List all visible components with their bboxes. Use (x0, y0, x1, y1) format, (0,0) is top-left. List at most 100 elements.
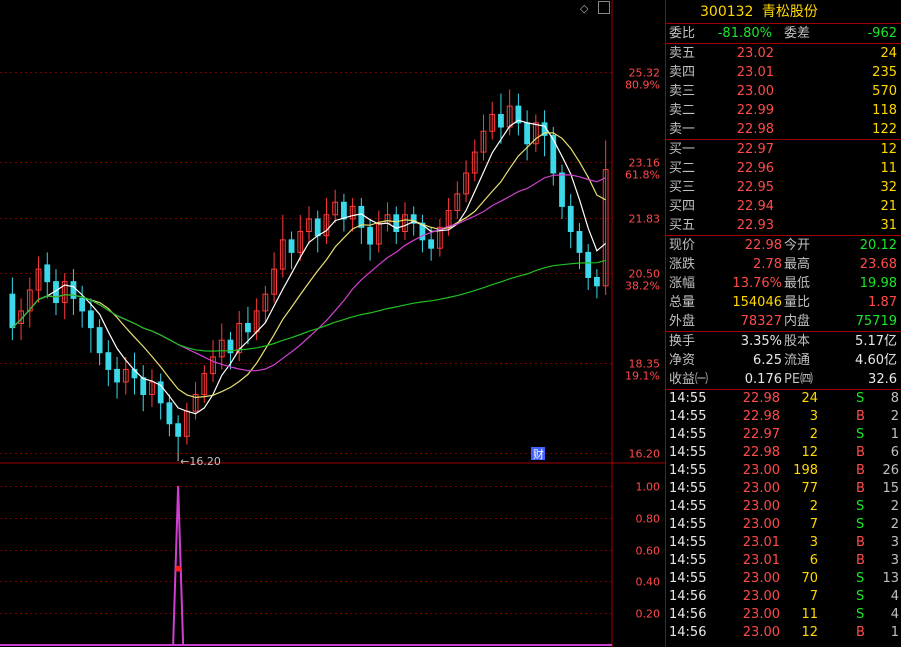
ma-line (11, 119, 606, 415)
stat-label-2: 量比 (784, 295, 811, 310)
book-level-label: 卖四 (669, 65, 696, 80)
candle-body (567, 205, 574, 233)
stat-value-2: 20.12 (859, 238, 897, 253)
book-volume: 118 (872, 103, 897, 118)
quote-stats: 现价 22.98 今开 20.12 涨跌 2.78 最高 23.68 涨幅 13.7… (666, 236, 901, 332)
stat-row: 总量 154046 量比 1.87 (666, 293, 901, 312)
trade-price: 22.98 (742, 445, 780, 460)
fundamental-label-2: 股本 (784, 334, 811, 349)
trade-row: 14:55 23.00 77 B 15 (666, 480, 901, 498)
trade-time: 14:55 (669, 535, 707, 550)
weibi-label: 委比 (669, 26, 696, 41)
trade-volume: 12 (801, 625, 818, 640)
fundamental-label-2: 流通 (784, 353, 811, 368)
book-volume: 24 (880, 46, 897, 61)
stat-value: 154046 (732, 295, 782, 310)
stock-header: 300132 青松股份 (666, 0, 901, 24)
fundamental-value-2: 32.6 (868, 372, 897, 387)
stat-value: 78327 (740, 314, 782, 329)
trade-price: 23.00 (742, 571, 780, 586)
diamond-icon[interactable]: ◇ (580, 2, 588, 15)
kline-chart[interactable]: 25.3280.9%23.1661.8%21.8320.5038.2%18.35… (0, 0, 665, 647)
trade-count: 26 (882, 463, 899, 478)
indicator-tick-label: 1.00 (636, 481, 661, 494)
book-price: 22.94 (736, 199, 774, 214)
price-tick-label: 16.20 (629, 448, 661, 461)
trade-side: S (856, 589, 865, 604)
trade-time: 14:55 (669, 571, 707, 586)
stat-row: 涨跌 2.78 最高 23.68 (666, 255, 901, 274)
book-level-label: 买四 (669, 199, 696, 214)
weibi-row: 委比 -81.80% 委差 -962 (666, 24, 901, 44)
indicator-spike (172, 485, 185, 646)
bid-row: 买一 22.97 12 (666, 140, 901, 159)
fundamental-stats: 换手 3.35% 股本 5.17亿 净资 6.25 流通 4.60亿 收益㈠ 0.1… (666, 332, 901, 390)
trade-count: 2 (890, 499, 899, 514)
ask-book: 卖五 23.02 24 卖四 23.01 235 卖三 23.00 570 卖二 22… (666, 44, 901, 140)
trade-side: B (856, 463, 865, 478)
candle-body (96, 327, 103, 354)
trade-count: 8 (890, 391, 899, 406)
window-restore-icon[interactable] (598, 1, 610, 14)
trade-row: 14:56 23.00 12 B 1 (666, 624, 901, 642)
candle-body (87, 310, 94, 329)
stat-label: 涨跌 (669, 257, 696, 272)
pct-tick-label: 38.2% (625, 280, 660, 293)
trade-count: 3 (890, 535, 899, 550)
book-volume: 11 (880, 161, 897, 176)
candle-body (166, 402, 173, 425)
stat-value: 2.78 (753, 257, 782, 272)
pct-tick-label: 80.9% (625, 79, 660, 92)
fundamental-value-2: 4.60亿 (855, 353, 897, 368)
trade-volume: 2 (809, 427, 818, 442)
ask-row: 卖四 23.01 235 (666, 63, 901, 82)
candle-body (9, 293, 16, 329)
trade-volume: 77 (801, 481, 818, 496)
trade-volume: 198 (793, 463, 818, 478)
stat-row: 外盘 78327 内盘 75719 (666, 312, 901, 331)
trade-volume: 24 (801, 391, 818, 406)
ma-line (11, 132, 606, 399)
book-level-label: 买三 (669, 180, 696, 195)
candle-body (340, 201, 347, 220)
candle-body (105, 352, 112, 370)
candle-body (585, 251, 592, 278)
fundamental-value: 3.35% (740, 334, 782, 349)
trade-time: 14:55 (669, 481, 707, 496)
tick-trades[interactable]: 14:55 22.98 24 S 8 14:55 22.98 3 B 2 14:55… (666, 390, 901, 642)
candle-body (114, 368, 120, 383)
fundamental-label-2: PE㈣ (784, 372, 814, 387)
trade-volume: 2 (809, 499, 818, 514)
trade-volume: 70 (801, 571, 818, 586)
fundamental-label: 净资 (669, 353, 696, 368)
trade-side: S (856, 571, 865, 586)
trade-time: 14:55 (669, 517, 707, 532)
trade-side: S (856, 391, 865, 406)
trade-count: 13 (882, 571, 899, 586)
fundamental-value: 6.25 (753, 353, 782, 368)
trade-time: 14:55 (669, 445, 707, 460)
candle-body (498, 113, 504, 128)
trade-time: 14:56 (669, 589, 707, 604)
trade-time: 14:55 (669, 499, 707, 514)
trade-count: 3 (890, 553, 899, 568)
trade-volume: 11 (801, 607, 818, 622)
book-price: 22.98 (736, 122, 774, 137)
weibi-value: -81.80% (717, 26, 772, 41)
candlestick-series (9, 89, 609, 461)
bid-row: 买五 22.93 31 (666, 216, 901, 235)
trade-time: 14:56 (669, 625, 707, 640)
stat-label-2: 最高 (784, 257, 811, 272)
trade-price: 23.00 (742, 607, 780, 622)
trade-price: 23.00 (742, 517, 780, 532)
candle-body (314, 218, 321, 237)
fundamental-label: 收益㈠ (669, 372, 709, 387)
trade-volume: 3 (809, 535, 818, 550)
price-tick-label: 21.83 (629, 213, 661, 226)
trade-volume: 7 (809, 589, 818, 604)
finance-badge: 财 (531, 447, 545, 461)
trade-count: 1 (890, 427, 899, 442)
trade-volume: 7 (809, 517, 818, 532)
pct-tick-label: 19.1% (625, 370, 660, 383)
trade-side: B (856, 535, 865, 550)
